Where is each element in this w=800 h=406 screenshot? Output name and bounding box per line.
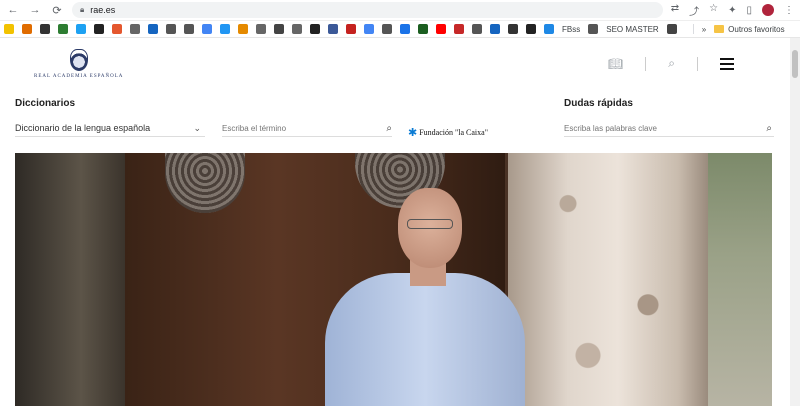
doubts-search-field[interactable]: ⌕ xyxy=(564,120,774,137)
hamburger-menu-icon[interactable] xyxy=(720,57,734,70)
bookmark-label[interactable]: FBss xyxy=(562,25,580,34)
bookmark-favicon-icon[interactable] xyxy=(418,24,428,34)
bookmark-favicon-icon[interactable] xyxy=(40,24,50,34)
doubts-title: Dudas rápidas xyxy=(564,98,633,109)
bookmark-favicon-icon[interactable] xyxy=(544,24,554,34)
bookmark-favicon-icon[interactable] xyxy=(588,24,599,34)
logo-text: REAL ACADEMIA ESPAÑOLA xyxy=(34,73,124,79)
translate-icon[interactable]: ⇄ xyxy=(671,3,679,18)
browser-toolbar: ← → ⟳ 🔒︎ rae.es ⇄ ⤴ ☆ ✦ ▯ ⋮ xyxy=(0,0,800,21)
bookmark-favicon-icon[interactable] xyxy=(112,24,122,34)
bookmark-favicon-icon[interactable] xyxy=(184,24,194,34)
extensions-icon[interactable]: ✦ xyxy=(728,5,736,16)
bookmark-favicon-icon[interactable] xyxy=(256,24,266,34)
caixa-star-icon: ✱ xyxy=(408,127,418,139)
hero-image xyxy=(15,153,772,406)
folder-icon xyxy=(714,25,725,33)
avatar[interactable] xyxy=(762,4,774,16)
bookmark-favicon-icon[interactable] xyxy=(364,24,374,34)
sponsor-text: Fundación "la Caixa" xyxy=(419,128,488,137)
book-icon[interactable]: 📖︎ xyxy=(608,57,623,71)
menu-dots-icon[interactable]: ⋮ xyxy=(784,5,794,16)
rae-logo[interactable]: REAL ACADEMIA ESPAÑOLA xyxy=(34,48,124,79)
bookmark-favicon-icon[interactable] xyxy=(166,24,176,34)
dictionary-select-value: Diccionario de la lengua española xyxy=(15,123,151,133)
lock-icon[interactable]: 🔒︎ xyxy=(80,5,84,15)
sidepanel-icon[interactable]: ▯ xyxy=(746,5,752,16)
bookmarks-overflow-icon[interactable]: » xyxy=(702,25,706,34)
other-bookmarks[interactable]: Outros favoritos xyxy=(728,25,784,34)
bookmark-star-icon[interactable]: ☆ xyxy=(709,3,718,18)
doubts-input[interactable] xyxy=(564,123,704,133)
crest-icon xyxy=(69,48,88,71)
bookmark-favicon-icon[interactable] xyxy=(238,24,248,34)
share-icon[interactable]: ⤴ xyxy=(689,3,699,18)
divider xyxy=(645,56,647,71)
scrollbar[interactable] xyxy=(790,38,800,406)
site-header: REAL ACADEMIA ESPAÑOLA 📖︎ ⌕ xyxy=(0,38,800,89)
dictionaries-title: Diccionarios xyxy=(15,98,76,109)
term-search-field[interactable]: ⌕ xyxy=(222,120,392,137)
bookmark-favicon-icon[interactable] xyxy=(666,24,677,34)
divider xyxy=(697,56,698,71)
bookmark-favicon-icon[interactable] xyxy=(472,24,482,34)
term-input[interactable] xyxy=(222,123,362,133)
divider xyxy=(692,24,694,34)
bookmark-favicon-icon[interactable] xyxy=(58,24,68,34)
address-bar[interactable]: 🔒︎ rae.es xyxy=(72,2,663,18)
bookmark-favicon-icon[interactable] xyxy=(274,24,284,34)
bookmark-favicon-icon[interactable] xyxy=(436,24,446,34)
sponsor-logo[interactable]: ✱ Fundación "la Caixa" xyxy=(408,126,488,139)
bookmark-favicon-icon[interactable] xyxy=(94,24,104,34)
chevron-down-icon: ⌄ xyxy=(193,122,201,133)
bookmark-favicon-icon[interactable] xyxy=(76,24,86,34)
scrollbar-thumb[interactable] xyxy=(792,50,798,78)
bookmark-favicon-icon[interactable] xyxy=(22,24,32,34)
forward-icon[interactable]: → xyxy=(28,3,42,17)
bookmark-favicon-icon[interactable] xyxy=(508,24,518,34)
back-icon[interactable]: ← xyxy=(6,3,20,17)
bookmark-favicon-icon[interactable] xyxy=(292,24,302,34)
bookmark-favicon-icon[interactable] xyxy=(526,24,536,34)
bookmark-favicon-icon[interactable] xyxy=(310,24,320,34)
page-content: REAL ACADEMIA ESPAÑOLA 📖︎ ⌕ Diccionarios… xyxy=(0,38,800,406)
dictionary-select[interactable]: Diccionario de la lengua española ⌄ xyxy=(15,120,205,137)
bookmark-favicon-icon[interactable] xyxy=(382,24,392,34)
bookmarks-bar: FBss SEO MASTER » Outros favoritos xyxy=(0,21,800,38)
bookmark-label[interactable]: SEO MASTER xyxy=(606,25,658,34)
bookmark-favicon-icon[interactable] xyxy=(346,24,356,34)
bookmark-favicon-icon[interactable] xyxy=(130,24,140,34)
bookmark-favicon-icon[interactable] xyxy=(454,24,464,34)
bookmark-favicon-icon[interactable] xyxy=(148,24,158,34)
url-text: rae.es xyxy=(90,5,116,15)
search-icon[interactable]: ⌕ xyxy=(386,123,392,134)
search-section: Diccionarios Diccionario de la lengua es… xyxy=(0,89,800,142)
bookmark-favicon-icon[interactable] xyxy=(328,24,338,34)
bookmark-favicon-icon[interactable] xyxy=(202,24,212,34)
search-icon[interactable]: ⌕ xyxy=(766,123,772,134)
search-icon[interactable]: ⌕ xyxy=(668,56,675,71)
bookmark-favicon-icon[interactable] xyxy=(220,24,230,34)
bookmark-favicon-icon[interactable] xyxy=(490,24,500,34)
reload-icon[interactable]: ⟳ xyxy=(50,3,64,17)
bookmark-favicon-icon[interactable] xyxy=(4,24,14,34)
bookmark-favicon-icon[interactable] xyxy=(400,24,410,34)
